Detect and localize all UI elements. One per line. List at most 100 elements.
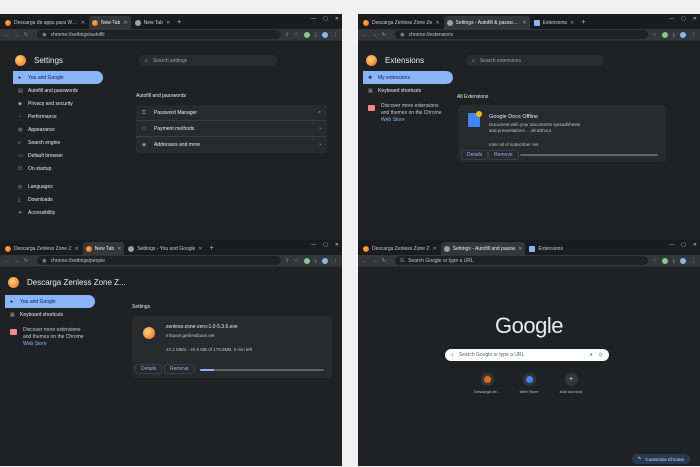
add-shortcut-button[interactable]: + Add shortcut — [555, 373, 587, 394]
tab-settings-autofill[interactable]: Settings - Autofill and passw ✕ — [440, 242, 526, 255]
tab-new-tab[interactable]: New Tab ✕ — [82, 242, 125, 255]
close-icon[interactable]: ✕ — [518, 246, 522, 252]
address-bar[interactable]: G Search Google or type a URL — [395, 256, 649, 265]
close-icon[interactable]: ✕ — [75, 246, 79, 252]
close-window-icon[interactable]: ✕ — [693, 16, 697, 22]
new-tab-button[interactable]: + — [177, 19, 181, 26]
maximize-icon[interactable]: ▢ — [323, 242, 328, 248]
tab-new-tab[interactable]: New Tab ✕ — [89, 16, 131, 29]
download-icon[interactable]: ⤓ — [673, 32, 675, 38]
address-bar[interactable]: ◉ chrome://extensions — [395, 30, 649, 39]
sidebar-item-privacy[interactable]: ◆ Privacy and security — [13, 97, 103, 110]
web-store-link[interactable]: Web Store — [23, 341, 47, 347]
download-icon[interactable]: ⤓ — [315, 258, 317, 264]
sidebar-item-default-browser[interactable]: ▭ Default browser — [13, 149, 103, 162]
tab-new-tab-2[interactable]: New Tab ✕ — [132, 16, 174, 29]
menu-icon[interactable]: ⋮ — [333, 32, 338, 38]
close-window-icon[interactable]: ✕ — [335, 16, 339, 22]
menu-icon[interactable]: ⋮ — [691, 32, 696, 38]
enable-toggle[interactable] — [520, 154, 658, 156]
lens-icon[interactable]: ◎ — [599, 352, 603, 358]
tab-settings-you-and-google[interactable]: Settings - You and Google ✕ — [125, 242, 205, 255]
close-icon[interactable]: ✕ — [123, 20, 127, 26]
star-icon[interactable]: ☆ — [652, 258, 656, 264]
sidebar-item-you-and-google[interactable]: ● You and Google — [5, 295, 95, 308]
forward-icon[interactable]: → — [14, 32, 19, 38]
tab-descarga[interactable]: Descarga Zenless Zone Z ✕ — [2, 242, 82, 255]
menu-icon[interactable]: ⋮ — [691, 258, 696, 264]
profile-avatar[interactable] — [322, 31, 328, 38]
maximize-icon[interactable]: ▢ — [681, 16, 686, 22]
new-tab-button[interactable]: + — [210, 245, 214, 252]
close-icon[interactable]: ✕ — [435, 20, 439, 26]
address-bar[interactable]: ◉ chrome://settings/autofill — [37, 30, 282, 39]
close-icon[interactable]: ✕ — [198, 246, 202, 252]
address-bar[interactable]: ◉ chrome://settings/people — [37, 256, 282, 265]
site-info-icon[interactable]: ◉ — [42, 32, 46, 38]
reload-icon[interactable]: ↻ — [24, 258, 28, 264]
profile-avatar[interactable] — [322, 257, 328, 264]
tab-extensions[interactable]: Extensions ✕ — [531, 16, 578, 29]
close-window-icon[interactable]: ✕ — [335, 242, 339, 248]
row-password-manager[interactable]: ⚿ Password Manager ↗ — [136, 105, 327, 121]
search-settings-input[interactable]: ⌕ Search settings — [139, 55, 277, 66]
sidebar-item-my-extensions[interactable]: ✚ My extensions — [363, 71, 453, 84]
close-icon[interactable]: ✕ — [117, 246, 121, 252]
reload-icon[interactable]: ↻ — [382, 258, 386, 264]
minimize-icon[interactable]: — — [669, 242, 674, 248]
download-icon[interactable]: ⤓ — [315, 32, 317, 38]
search-extensions-input[interactable]: ⌕ Search extensions — [466, 55, 604, 66]
sidebar-item-on-startup[interactable]: ⏻ On startup — [13, 162, 103, 175]
profile-avatar[interactable] — [680, 257, 686, 264]
maximize-icon[interactable]: ▢ — [681, 242, 686, 248]
remove-button[interactable]: Remove — [164, 364, 195, 374]
sidebar-item-keyboard-shortcuts[interactable]: ▦ Keyboard shortcuts — [363, 84, 453, 97]
sidebar-item-performance[interactable]: ◔ Performance — [13, 110, 103, 123]
web-store-link[interactable]: Web Store — [381, 117, 405, 123]
sidebar-item-appearance[interactable]: ◍ Appearance — [13, 123, 103, 136]
new-tab-button[interactable]: + — [581, 19, 585, 26]
extension-icon[interactable] — [303, 31, 310, 38]
back-icon[interactable]: ← — [4, 32, 9, 38]
tab-settings-autofill[interactable]: Settings - Autofill & password ✕ — [443, 16, 530, 29]
shortcut-descarga[interactable]: Descarga de... — [471, 373, 503, 394]
back-icon[interactable]: ← — [362, 258, 367, 264]
forward-icon[interactable]: → — [372, 32, 377, 38]
download-icon[interactable]: ⤓ — [673, 258, 675, 264]
close-icon[interactable]: ✕ — [522, 20, 526, 26]
back-icon[interactable]: ← — [362, 32, 367, 38]
share-icon[interactable]: ⇪ — [285, 258, 289, 264]
close-window-icon[interactable]: ✕ — [693, 242, 697, 248]
minimize-icon[interactable]: — — [669, 16, 674, 22]
sidebar-item-downloads[interactable]: ⤓ Downloads — [13, 193, 103, 206]
shortcut-web-store[interactable]: Web Store — [513, 373, 545, 394]
google-search-box[interactable]: ⌕ Search Google or type a URL ● ◎ — [445, 349, 609, 361]
microphone-icon[interactable]: ● — [590, 352, 593, 358]
tab-extensions[interactable]: Extensions — [526, 242, 565, 255]
site-info-icon[interactable]: ◉ — [400, 32, 404, 38]
close-icon[interactable]: ✕ — [166, 20, 170, 26]
site-info-icon[interactable]: ◉ — [42, 258, 46, 264]
close-icon[interactable]: ✕ — [433, 246, 437, 252]
reload-icon[interactable]: ↻ — [382, 32, 386, 38]
sidebar-item-accessibility[interactable]: ✦ Accessibility — [13, 206, 103, 219]
close-icon[interactable]: ✕ — [570, 20, 574, 26]
remove-button[interactable]: Remove — [488, 150, 519, 160]
tab-descarga[interactable]: Descarga Zenless Zone Ze ✕ — [360, 16, 443, 29]
star-icon[interactable]: ☆ — [294, 258, 298, 264]
sidebar-item-autofill[interactable]: ▤ Autofill and passwords — [13, 84, 103, 97]
reload-icon[interactable]: ↻ — [24, 32, 28, 38]
menu-icon[interactable]: ⋮ — [333, 258, 338, 264]
customize-chrome-button[interactable]: ✎ Customize Chrome — [631, 454, 690, 464]
details-button[interactable]: Details — [461, 150, 489, 160]
extension-icon[interactable] — [661, 31, 668, 38]
back-icon[interactable]: ← — [4, 258, 9, 264]
sidebar-item-you-and-google[interactable]: ● You and Google — [13, 71, 103, 84]
close-icon[interactable]: ✕ — [81, 20, 85, 26]
star-icon[interactable]: ☆ — [294, 32, 298, 38]
share-icon[interactable]: ⇪ — [285, 32, 289, 38]
profile-avatar[interactable] — [680, 31, 686, 38]
extension-icon[interactable] — [303, 257, 310, 264]
sidebar-item-search-engine[interactable]: ⌕ Search engine — [13, 136, 103, 149]
details-button[interactable]: Details — [135, 364, 163, 374]
